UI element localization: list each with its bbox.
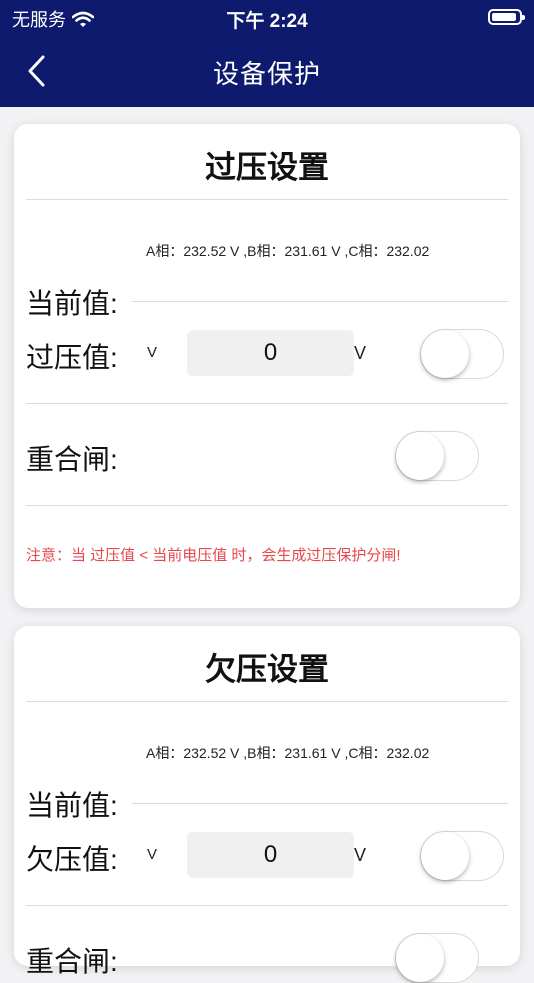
divider	[26, 199, 508, 200]
overvoltage-card: 过压设置 A相：232.52 V ,B相：231.61 V ,C相：232.02…	[14, 124, 520, 608]
status-bar: 无服务 下午 2:24	[0, 0, 534, 36]
toggle-knob	[396, 934, 444, 982]
current-value-label: 当前值:	[26, 790, 118, 821]
undervoltage-enable-toggle[interactable]	[420, 831, 504, 881]
status-time: 下午 2:24	[226, 11, 308, 32]
overvoltage-enable-toggle[interactable]	[420, 329, 504, 379]
battery-icon	[488, 9, 525, 25]
toggle-knob	[421, 832, 469, 880]
divider	[26, 403, 508, 404]
reclose-label: 重合闸:	[26, 444, 118, 475]
divider	[132, 301, 508, 302]
reclose-toggle[interactable]	[395, 431, 479, 481]
phase-readings: A相：232.52 V ,B相：231.61 V ,C相：232.02	[146, 243, 430, 259]
divider	[132, 803, 508, 804]
undervoltage-title: 欠压设置	[205, 652, 329, 687]
current-value-label: 当前值:	[26, 288, 118, 319]
undervoltage-value-input[interactable]: 0	[187, 832, 354, 878]
unit-label: V	[354, 343, 367, 363]
nav-bar: 设备保护	[0, 36, 534, 107]
undervoltage-value-label: 欠压值:	[26, 844, 118, 875]
unit-label: V	[354, 845, 367, 865]
phase-readings: A相：232.52 V ,B相：231.61 V ,C相：232.02	[146, 745, 430, 761]
warning-note: 注意：当 过压值 < 当前电压值 时，会生成过压保护分闸!	[26, 547, 401, 564]
overvoltage-title: 过压设置	[205, 150, 329, 185]
reclose-toggle[interactable]	[395, 933, 479, 983]
overvoltage-value-label: 过压值:	[26, 342, 118, 373]
divider	[26, 905, 508, 906]
toggle-knob	[421, 330, 469, 378]
divider	[26, 701, 508, 702]
reclose-label: 重合闸:	[26, 946, 118, 977]
overvoltage-value-input[interactable]: 0	[187, 330, 354, 376]
undervoltage-card: 欠压设置 A相：232.52 V ,B相：231.61 V ,C相：232.02…	[14, 626, 520, 983]
divider	[26, 505, 508, 506]
unit-label-small: V	[147, 344, 158, 361]
unit-label-small: V	[147, 846, 158, 863]
page-title: 设备保护	[212, 59, 321, 89]
toggle-knob	[396, 432, 444, 480]
